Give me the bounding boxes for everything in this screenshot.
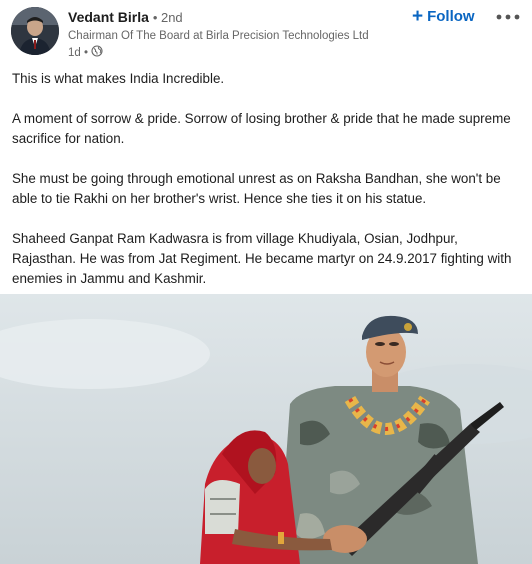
author-name[interactable]: Vedant Birla: [68, 9, 149, 25]
post-body: This is what makes India Incredible. A m…: [12, 69, 522, 309]
author-avatar[interactable]: [11, 7, 59, 55]
ellipsis-icon: [496, 7, 520, 25]
follow-label: Follow: [427, 7, 475, 25]
post-time: 1d •: [68, 46, 89, 59]
globe-icon: [91, 45, 103, 60]
author-headline: Chairman Of The Board at Birla Precision…: [68, 30, 369, 42]
post-paragraph: Shaheed Ganpat Ram Kadwasra is from vill…: [12, 231, 512, 286]
post-meta: 1d •: [68, 45, 103, 60]
post-paragraph: This is what makes India Incredible.: [12, 71, 225, 86]
plus-icon: +: [412, 5, 424, 27]
follow-button[interactable]: + Follow: [412, 6, 475, 26]
more-options-button[interactable]: [493, 5, 523, 27]
connection-degree: • 2nd: [152, 10, 183, 25]
post-paragraph: She must be going through emotional unre…: [12, 171, 501, 206]
post-paragraph: A moment of sorrow & pride. Sorrow of lo…: [12, 111, 511, 146]
author-name-line[interactable]: Vedant Birla • 2nd: [68, 9, 183, 25]
post-header: Vedant Birla • 2nd Chairman Of The Board…: [0, 0, 532, 64]
post-image[interactable]: [0, 294, 532, 564]
